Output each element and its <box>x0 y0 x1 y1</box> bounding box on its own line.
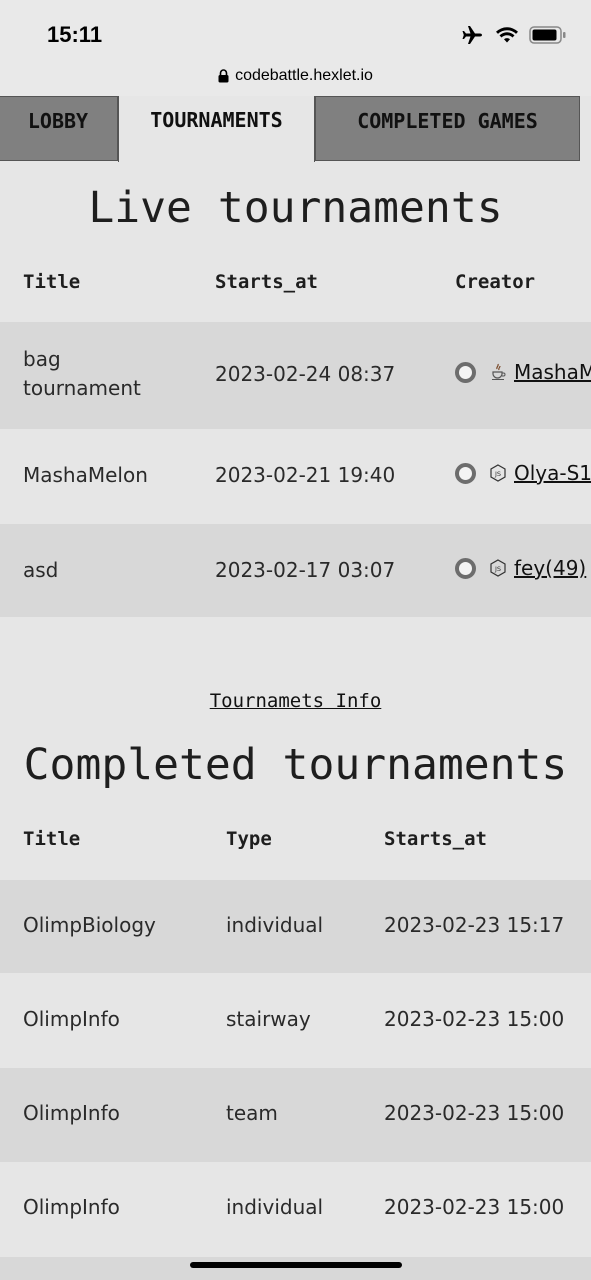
js-icon: JS <box>490 464 506 482</box>
live-row-title: asd <box>23 558 59 582</box>
completed-row-type: individual <box>226 1195 324 1219</box>
airplane-icon <box>462 26 482 44</box>
tab-lobby[interactable]: LOBBY <box>0 96 118 161</box>
completed-row-title: OlimpInfo <box>23 1101 120 1125</box>
status-radio-icon <box>455 361 476 383</box>
live-row-starts-at: 2023-02-17 03:07 <box>215 558 396 582</box>
completed-header-starts-at: Starts_at <box>384 828 487 850</box>
live-row-creator: JS fey(49) <box>455 556 586 580</box>
live-header-title: Title <box>23 271 81 293</box>
nav-tabs: LOBBY TOURNAMENTS COMPLETED GAMES <box>0 96 591 162</box>
live-row-starts-at: 2023-02-24 08:37 <box>215 362 396 386</box>
tab-completed-games[interactable]: COMPLETED GAMES <box>315 96 580 161</box>
wifi-icon <box>496 27 518 43</box>
completed-row-title: OlimpInfo <box>23 1195 120 1219</box>
home-indicator[interactable] <box>190 1262 402 1268</box>
lock-icon <box>218 69 229 83</box>
status-bar: 15:11 <box>0 0 591 56</box>
completed-header-title: Title <box>23 828 81 850</box>
svg-text:JS: JS <box>494 565 501 573</box>
js-icon: JS <box>490 559 506 577</box>
live-table-row[interactable]: MashaMelon 2023-02-21 19:40 JS Olya-S1 <box>0 429 591 524</box>
live-tournaments-title: Live tournaments <box>88 183 503 233</box>
tournaments-info-link[interactable]: Tournamets Info <box>0 690 591 712</box>
completed-table-row[interactable]: OlimpInfo individual 2023-02-23 15:00 <box>0 1162 591 1257</box>
live-header-creator: Creator <box>455 271 536 293</box>
completed-table-row[interactable]: OlimpInfo stairway 2023-02-23 15:00 <box>0 973 591 1068</box>
live-table-row[interactable]: asd 2023-02-17 03:07 JS fey(49) <box>0 524 591 617</box>
live-row-creator: JS Olya-S1 <box>455 461 591 485</box>
completed-table-row <box>0 1257 591 1280</box>
live-header-starts-at: Starts_at <box>215 271 318 293</box>
completed-row-starts-at: 2023-02-23 15:00 <box>384 1101 565 1125</box>
java-icon <box>492 363 506 380</box>
completed-row-title: OlimpInfo <box>23 1007 120 1031</box>
completed-row-starts-at: 2023-02-23 15:00 <box>384 1195 565 1219</box>
tab-tournaments[interactable]: TOURNAMENTS <box>118 96 315 162</box>
completed-table-row[interactable]: OlimpInfo team 2023-02-23 15:00 <box>0 1068 591 1162</box>
completed-row-type: stairway <box>226 1007 311 1031</box>
live-row-starts-at: 2023-02-21 19:40 <box>215 463 396 487</box>
live-row-title: bag tournament <box>23 347 141 400</box>
battery-icon <box>529 26 566 44</box>
svg-text:JS: JS <box>494 470 501 478</box>
completed-header-type: Type <box>226 828 272 850</box>
url-bar[interactable]: codebattle.hexlet.io <box>0 56 591 96</box>
completed-row-type: individual <box>226 913 324 937</box>
completed-row-type: team <box>226 1101 278 1125</box>
completed-row-title: OlimpBiology <box>23 913 156 937</box>
url-text: codebattle.hexlet.io <box>235 67 373 84</box>
status-radio-icon <box>455 462 476 484</box>
status-time: 15:11 <box>47 22 103 47</box>
creator-link[interactable]: Olya-S1 <box>514 461 591 485</box>
completed-row-starts-at: 2023-02-23 15:00 <box>384 1007 565 1031</box>
completed-table-row[interactable]: OlimpBiology individual 2023-02-23 15:17 <box>0 880 591 973</box>
creator-link[interactable]: fey(49) <box>514 556 586 580</box>
status-icons <box>461 22 567 48</box>
live-row-title: MashaMelon <box>23 463 148 487</box>
creator-link[interactable]: MashaM <box>514 360 591 384</box>
live-table-row[interactable]: bag tournament 2023-02-24 08:37 MashaM <box>0 322 591 429</box>
completed-tournaments-title: Completed tournaments <box>23 740 568 790</box>
completed-row-starts-at: 2023-02-23 15:17 <box>384 913 565 937</box>
live-row-creator: MashaM <box>455 360 591 384</box>
status-radio-icon <box>455 557 476 579</box>
